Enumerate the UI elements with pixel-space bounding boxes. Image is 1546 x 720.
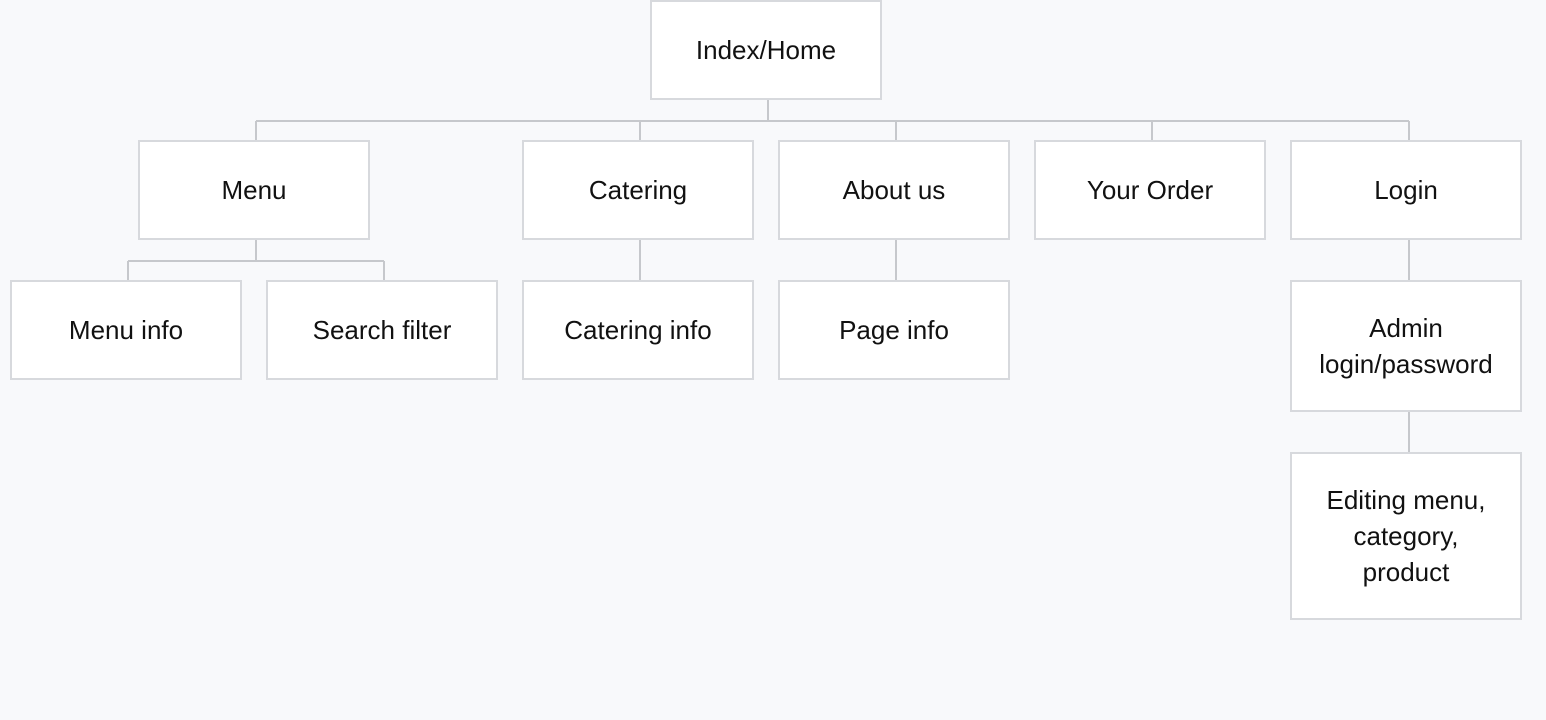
node-label: About us	[842, 175, 946, 205]
node-catering: Catering	[522, 140, 754, 240]
node-label: Catering	[588, 175, 688, 205]
node-label: Editing menu, category, product	[1326, 485, 1486, 587]
node-index-home: Index/Home	[650, 0, 882, 100]
node-label: Menu	[221, 175, 287, 205]
node-your-order: Your Order	[1034, 140, 1266, 240]
node-label: Your Order	[1086, 175, 1214, 205]
node-label: Menu info	[68, 315, 184, 345]
node-label: Admin login/password	[1319, 313, 1493, 379]
node-about-us: About us	[778, 140, 1010, 240]
node-admin-login-password: Admin login/password	[1290, 280, 1522, 412]
node-label: Search filter	[312, 315, 452, 345]
node-label: Page info	[839, 315, 949, 345]
node-label: Catering info	[564, 315, 712, 345]
node-catering-info: Catering info	[522, 280, 754, 380]
node-label: Login	[1374, 175, 1438, 205]
node-page-info: Page info	[778, 280, 1010, 380]
node-label: Index/Home	[695, 35, 837, 65]
node-menu-info: Menu info	[10, 280, 242, 380]
node-menu: Menu	[138, 140, 370, 240]
node-editing-menu-category-product: Editing menu, category, product	[1290, 452, 1522, 620]
node-login: Login	[1290, 140, 1522, 240]
node-search-filter: Search filter	[266, 280, 498, 380]
